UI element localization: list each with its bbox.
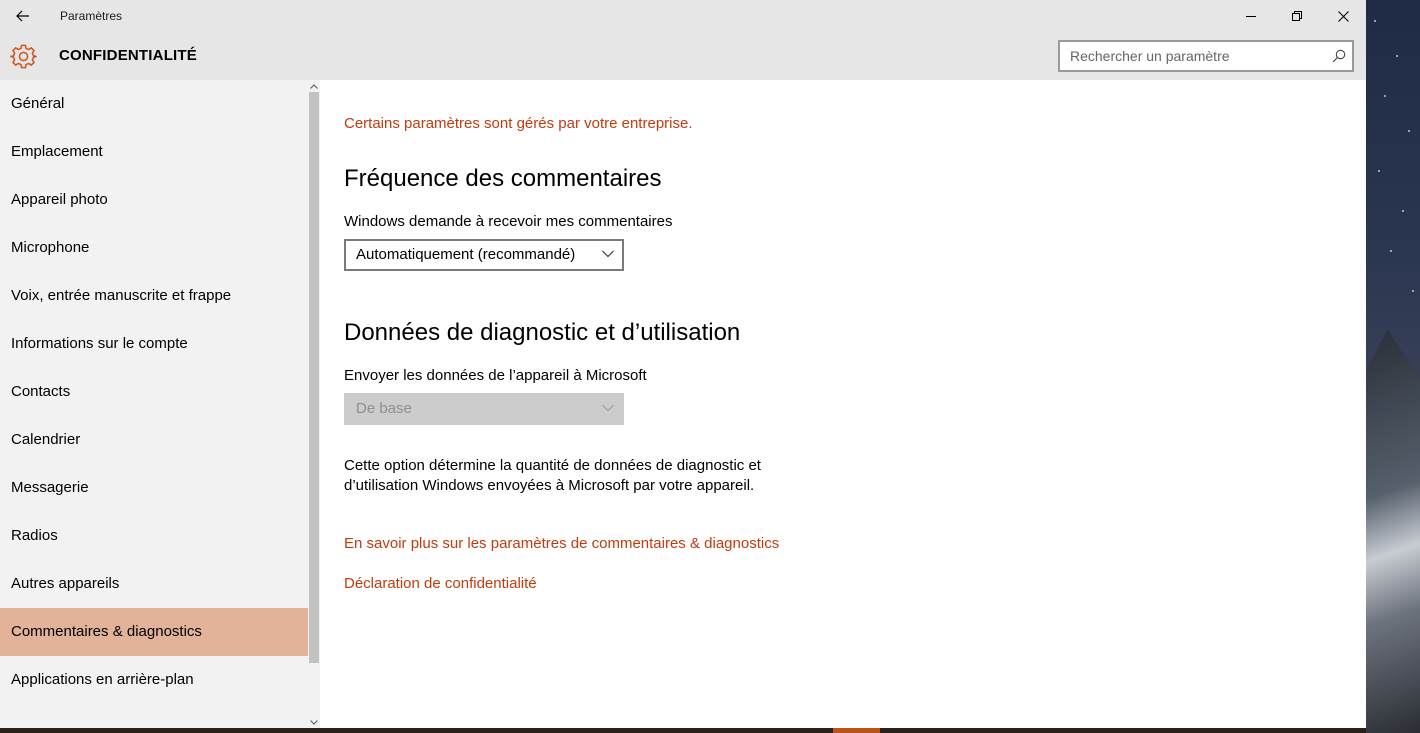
close-icon: [1337, 10, 1349, 22]
section-title: CONFIDENTIALITÉ: [59, 47, 197, 64]
diagnostic-description-line-1: Cette option détermine la quantité de do…: [344, 457, 761, 474]
search-box[interactable]: [1058, 40, 1354, 72]
feedback-frequency-label: Windows demande à recevoir mes commentai…: [344, 213, 673, 230]
learn-more-link[interactable]: En savoir plus sur les paramètres de com…: [344, 535, 779, 552]
sidebar-scrollbar[interactable]: [308, 80, 320, 728]
sidebar: Général Emplacement Appareil photo Micro…: [0, 80, 320, 728]
scroll-up-button[interactable]: [308, 80, 320, 92]
sidebar-item-other-devices[interactable]: Autres appareils: [0, 560, 308, 608]
search-icon[interactable]: [1332, 49, 1346, 63]
diagnostic-data-dropdown: De base: [344, 393, 624, 425]
chevron-up-icon: [310, 83, 318, 89]
sidebar-item-speech-inking-typing[interactable]: Voix, entrée manuscrite et frappe: [0, 272, 308, 320]
page-header: CONFIDENTIALITÉ: [0, 32, 1366, 80]
feedback-frequency-dropdown[interactable]: Automatiquement (recommandé): [344, 239, 624, 271]
minimize-button[interactable]: [1228, 0, 1274, 32]
chevron-down-icon: [310, 719, 318, 725]
diagnostic-data-heading: Données de diagnostic et d’utilisation: [344, 319, 741, 346]
feedback-frequency-heading: Fréquence des commentaires: [344, 165, 662, 192]
chevron-down-icon: [602, 250, 614, 258]
sidebar-item-calendar[interactable]: Calendrier: [0, 416, 308, 464]
sidebar-item-camera[interactable]: Appareil photo: [0, 176, 308, 224]
title-bar: Paramètres: [0, 0, 1366, 32]
scroll-thumb[interactable]: [309, 92, 319, 663]
restore-icon: [1292, 11, 1302, 21]
taskbar-active-indicator: [833, 728, 880, 733]
diagnostic-data-label: Envoyer les données de l’appareil à Micr…: [344, 367, 647, 384]
managed-settings-notice: Certains paramètres sont gérés par votre…: [344, 115, 693, 132]
restore-button[interactable]: [1274, 0, 1320, 32]
minimize-icon: [1246, 16, 1256, 17]
back-button[interactable]: [0, 0, 46, 32]
diagnostic-description: Cette option détermine la quantité de do…: [344, 456, 784, 496]
diagnostic-data-value: De base: [356, 400, 412, 417]
diagnostic-description-line-2: d’utilisation Windows envoyées à Microso…: [344, 477, 755, 494]
window-title: Paramètres: [60, 9, 123, 23]
close-button[interactable]: [1320, 0, 1366, 32]
sidebar-item-location[interactable]: Emplacement: [0, 128, 308, 176]
gear-icon: [10, 44, 37, 69]
feedback-frequency-value: Automatiquement (recommandé): [356, 246, 576, 263]
privacy-statement-link[interactable]: Déclaration de confidentialité: [344, 575, 537, 592]
sidebar-item-background-apps[interactable]: Applications en arrière-plan: [0, 656, 308, 704]
sidebar-item-general[interactable]: Général: [0, 80, 308, 128]
mountain-scenery: [1366, 330, 1420, 733]
sidebar-item-feedback-diagnostics[interactable]: Commentaires & diagnostics: [0, 608, 308, 656]
taskbar-strip: [0, 728, 1366, 733]
sidebar-item-messaging[interactable]: Messagerie: [0, 464, 308, 512]
main-content: Certains paramètres sont gérés par votre…: [320, 80, 1366, 728]
settings-window: Paramètres CONFIDENTIALITÉ Rechercher un…: [0, 0, 1366, 728]
sidebar-item-radios[interactable]: Radios: [0, 512, 308, 560]
desktop-background: [1366, 0, 1420, 733]
sidebar-item-microphone[interactable]: Microphone: [0, 224, 308, 272]
chevron-down-icon: [602, 404, 614, 412]
sidebar-item-account-info[interactable]: Informations sur le compte: [0, 320, 308, 368]
back-arrow-icon: [16, 10, 29, 22]
sidebar-item-contacts[interactable]: Contacts: [0, 368, 308, 416]
scroll-down-button[interactable]: [308, 716, 320, 728]
search-input[interactable]: [1060, 42, 1322, 70]
